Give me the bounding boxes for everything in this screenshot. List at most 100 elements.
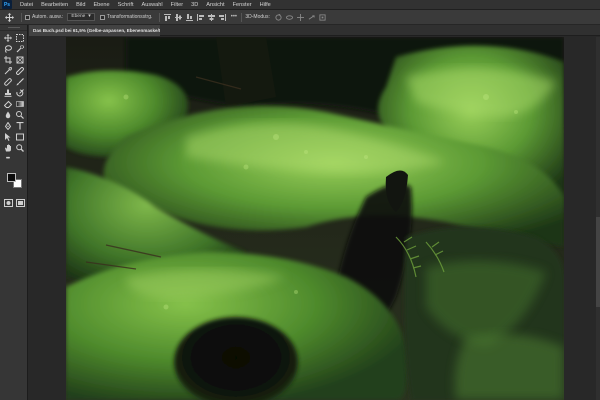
eraser-icon bbox=[3, 100, 12, 108]
zoom-icon bbox=[15, 144, 24, 152]
quick-mask-icon[interactable] bbox=[4, 194, 13, 212]
menu-window[interactable]: Fenster bbox=[229, 0, 256, 10]
more-tools-icon: ••• bbox=[5, 156, 10, 162]
align-right-icon[interactable] bbox=[218, 13, 227, 22]
hand-tool[interactable] bbox=[2, 143, 13, 153]
move-icon bbox=[3, 34, 12, 42]
history-brush-icon bbox=[15, 89, 24, 97]
photoshop-logo[interactable]: Ps bbox=[2, 0, 12, 9]
menu-file[interactable]: Datei bbox=[16, 0, 37, 10]
brush-tool[interactable] bbox=[14, 77, 25, 87]
options-divider bbox=[159, 12, 161, 22]
roll-3d-icon[interactable] bbox=[285, 13, 294, 22]
move-tool[interactable] bbox=[2, 33, 13, 43]
more-tools[interactable]: ••• bbox=[2, 154, 13, 164]
clone-stamp-tool[interactable] bbox=[2, 88, 13, 98]
history-brush-tool[interactable] bbox=[14, 88, 25, 98]
3d-mode-label: 3D-Modus: bbox=[245, 14, 270, 20]
menu-select[interactable]: Auswahl bbox=[138, 0, 167, 10]
eyedropper-icon bbox=[4, 67, 12, 75]
quick-select-tool[interactable] bbox=[14, 44, 25, 54]
gradient-tool[interactable] bbox=[14, 99, 25, 109]
menu-type[interactable]: Schrift bbox=[114, 0, 138, 10]
rectangle-icon bbox=[15, 133, 24, 141]
align-center-icon[interactable] bbox=[207, 13, 216, 22]
rectangle-tool[interactable] bbox=[14, 132, 25, 142]
vertical-scrollbar[interactable] bbox=[596, 37, 600, 400]
more-options-icon[interactable]: ••• bbox=[229, 13, 238, 22]
autoselect-label: Autom. ausw.: bbox=[32, 14, 64, 20]
menu-bar: Ps Datei Bearbeiten Bild Ebene Schrift A… bbox=[0, 0, 600, 10]
align-bottom-icon[interactable] bbox=[185, 13, 194, 22]
foreground-color-swatch[interactable] bbox=[7, 173, 16, 182]
align-left-icon[interactable] bbox=[196, 13, 205, 22]
transform-label: Transformationsstrg. bbox=[106, 14, 153, 20]
move-icon bbox=[4, 12, 14, 22]
move-tool-preset[interactable] bbox=[0, 10, 18, 25]
path-select-icon bbox=[4, 133, 10, 141]
document-tab-title: Das Buch.psd bei 61,5% (Gelbe-anpassen, … bbox=[33, 28, 160, 33]
menu-edit[interactable]: Bearbeiten bbox=[37, 0, 72, 10]
document-tab[interactable]: Das Buch.psd bei 61,5% (Gelbe-anpassen, … bbox=[29, 25, 160, 36]
brush-icon bbox=[16, 78, 24, 86]
quick-select-icon bbox=[16, 45, 24, 53]
menu-filter[interactable]: Filter bbox=[167, 0, 187, 10]
healing-icon bbox=[3, 78, 12, 86]
menu-help[interactable]: Hilfe bbox=[256, 0, 275, 10]
transform-checkbox[interactable] bbox=[99, 14, 105, 20]
drag-3d-icon[interactable] bbox=[296, 13, 305, 22]
options-divider bbox=[21, 12, 22, 22]
ruler-tool[interactable] bbox=[14, 66, 25, 76]
scale-3d-icon[interactable] bbox=[318, 13, 327, 22]
tools-panel: ••• bbox=[0, 25, 28, 400]
autoselect-checkbox[interactable] bbox=[25, 14, 30, 20]
slide-3d-icon[interactable] bbox=[307, 13, 316, 22]
crop-tool[interactable] bbox=[2, 55, 13, 65]
marquee-tool[interactable] bbox=[14, 33, 25, 43]
layer-select[interactable]: Ebene ▾ bbox=[67, 13, 95, 21]
mode-tools bbox=[0, 190, 27, 216]
document-tab-bar: Das Buch.psd bei 61,5% (Gelbe-anpassen, … bbox=[29, 25, 600, 36]
screen-mode-icon[interactable] bbox=[16, 194, 25, 212]
image-canvas[interactable] bbox=[66, 37, 564, 400]
menu-image[interactable]: Bild bbox=[72, 0, 89, 10]
marquee-icon bbox=[15, 34, 24, 42]
blur-tool[interactable] bbox=[2, 110, 13, 120]
scrollbar-thumb[interactable] bbox=[596, 217, 600, 307]
lasso-tool[interactable] bbox=[2, 44, 13, 54]
dodge-tool[interactable] bbox=[14, 110, 25, 120]
3d-mode-icons bbox=[274, 13, 327, 22]
document-area: Das Buch.psd bei 61,5% (Gelbe-anpassen, … bbox=[29, 25, 600, 400]
mossy-forest-photo bbox=[66, 37, 564, 400]
frame-tool[interactable] bbox=[14, 55, 25, 65]
align-middle-icon[interactable] bbox=[174, 13, 183, 22]
clone-stamp-icon bbox=[4, 89, 11, 97]
type-tool[interactable] bbox=[14, 121, 25, 131]
lasso-icon bbox=[4, 45, 12, 53]
pen-tool[interactable] bbox=[2, 121, 13, 131]
dodge-icon bbox=[15, 111, 24, 119]
align-top-icon[interactable] bbox=[163, 13, 172, 22]
options-bar: Autom. ausw.: Ebene ▾ Transformationsstr… bbox=[0, 10, 600, 25]
chevron-down-icon: ▾ bbox=[88, 14, 91, 19]
gradient-icon bbox=[15, 101, 24, 107]
color-swatches bbox=[4, 170, 27, 190]
eyedropper-tool[interactable] bbox=[2, 66, 13, 76]
options-divider bbox=[241, 12, 243, 22]
zoom-tool[interactable] bbox=[14, 143, 25, 153]
menu-3d[interactable]: 3D bbox=[187, 0, 202, 10]
menu-layer[interactable]: Ebene bbox=[89, 0, 113, 10]
pen-icon bbox=[4, 122, 11, 130]
ruler-icon bbox=[15, 67, 24, 75]
eraser-tool[interactable] bbox=[2, 99, 13, 109]
rotate-3d-icon[interactable] bbox=[274, 13, 283, 22]
frame-icon bbox=[16, 56, 23, 64]
menu-view[interactable]: Ansicht bbox=[202, 0, 228, 10]
tool-grid: ••• bbox=[0, 31, 27, 166]
healing-tool[interactable] bbox=[2, 77, 13, 87]
crop-icon bbox=[3, 56, 12, 64]
align-icons: ••• bbox=[163, 13, 238, 22]
type-icon bbox=[16, 122, 23, 130]
layer-select-value: Ebene bbox=[71, 14, 86, 19]
path-select-tool[interactable] bbox=[2, 132, 13, 142]
